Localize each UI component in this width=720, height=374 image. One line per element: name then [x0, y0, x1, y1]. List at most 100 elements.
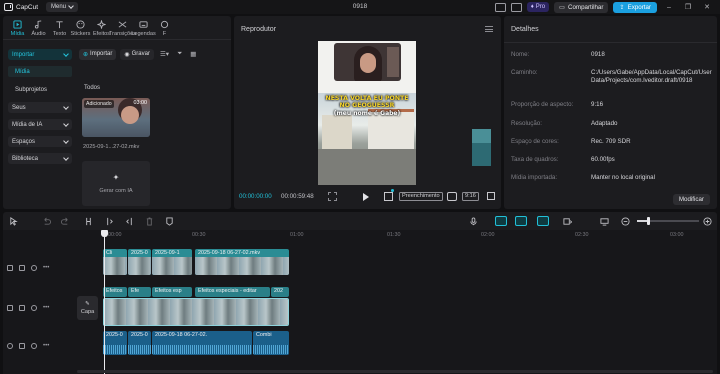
timeline-clip[interactable]: 2025-09-1 — [152, 249, 192, 275]
tab-filters[interactable]: F — [154, 16, 175, 39]
zoom-slider[interactable] — [637, 217, 699, 225]
audio-clip[interactable]: Combi — [253, 331, 289, 355]
scan-icon[interactable] — [447, 192, 457, 201]
hamburger-menu-icon[interactable] — [485, 26, 493, 32]
audio-clip[interactable]: 2025-0 — [128, 331, 151, 355]
sort-icon[interactable]: ☰▾ — [158, 49, 171, 60]
speaker-icon[interactable] — [31, 343, 37, 349]
grid-guide-icon[interactable] — [328, 192, 337, 201]
sidebar-item-biblioteca[interactable]: Biblioteca — [8, 153, 72, 164]
fill-mode-button[interactable]: Preenchimento — [399, 192, 443, 201]
media-section-title: Todos — [84, 85, 101, 91]
sidebar-item-midia[interactable]: Mídia — [8, 66, 72, 77]
tab-label: Legendas — [131, 31, 156, 37]
playhead[interactable] — [101, 230, 108, 374]
split-icon[interactable] — [84, 217, 93, 226]
main-track-clip[interactable] — [103, 298, 289, 326]
eye-icon[interactable] — [31, 305, 37, 311]
layout-icon[interactable] — [494, 2, 506, 12]
minimize-icon[interactable]: – — [662, 4, 676, 11]
grid-view-icon[interactable]: ▦ — [188, 49, 198, 60]
main-track-magnet-icon[interactable] — [495, 216, 507, 226]
fullscreen-icon[interactable] — [487, 192, 495, 200]
filter-funnel-icon[interactable]: ⏷ — [175, 49, 184, 60]
audio-clip[interactable]: 2025-0 — [103, 331, 127, 355]
modify-button[interactable]: Modificar — [672, 194, 710, 205]
track-add-icon[interactable] — [7, 265, 13, 271]
audio-track-icon[interactable] — [7, 343, 13, 349]
timeline-scrollbar[interactable] — [77, 370, 713, 373]
sidebar-item-seus[interactable]: Seus — [8, 102, 72, 113]
play-icon[interactable] — [363, 193, 369, 201]
title-bar-actions: ♦ Pro ▭ Compartilhar ⇪ Exportar – ❐ ✕ — [494, 0, 720, 14]
effect-clip[interactable]: Efeitos esp — [152, 287, 192, 297]
detail-key: Proporção de aspecto: — [511, 101, 574, 108]
crop-icon[interactable] — [384, 192, 393, 201]
more-icon[interactable]: ••• — [43, 305, 49, 311]
detail-key: Nome: — [511, 51, 530, 58]
shortcut-icon[interactable] — [510, 2, 522, 12]
detail-value: 60.00fps — [591, 156, 615, 163]
clip-thumbnails — [195, 257, 289, 275]
lock-icon[interactable] — [19, 305, 25, 311]
record-button[interactable]: ◉ Gravar — [120, 48, 154, 60]
timeline-clip[interactable]: Cli — [103, 249, 127, 275]
sidebar-item-subprojetos[interactable]: Subprojetos — [8, 84, 72, 95]
auto-snap-icon[interactable] — [515, 216, 527, 226]
zoom-out-icon[interactable] — [621, 217, 630, 226]
tab-media[interactable]: Mídia — [7, 16, 28, 39]
tab-text[interactable]: Texto — [49, 16, 70, 39]
effect-clip[interactable]: Efeitos especiais - editar — [195, 287, 270, 297]
import-label: Importar — [90, 51, 113, 57]
generate-ai-button[interactable]: ✦ Gerar com IA — [82, 161, 150, 206]
audio-clip[interactable]: 2025-09-18 06-27-02. — [152, 331, 252, 355]
more-icon[interactable]: ••• — [43, 265, 49, 271]
screen-icon[interactable] — [600, 217, 609, 226]
sidebar-item-midia-ia[interactable]: Mídia de IA — [8, 119, 72, 130]
preview-axis-icon[interactable] — [563, 217, 573, 226]
effect-clip[interactable]: 202 — [271, 287, 289, 297]
delete-icon[interactable] — [145, 217, 154, 226]
select-cursor-icon[interactable] — [9, 217, 18, 226]
aspect-ratio-button[interactable]: 9:16 — [462, 192, 479, 201]
restore-icon[interactable]: ❐ — [681, 3, 695, 11]
zoom-slider-handle[interactable] — [646, 217, 650, 225]
undo-icon[interactable] — [42, 217, 51, 226]
effect-clip[interactable]: Efe — [128, 287, 151, 297]
timeline-ruler[interactable]: 00:00 00:30 01:00 01:30 02:00 02:30 03:0… — [100, 230, 717, 240]
share-button[interactable]: ▭ Compartilhar — [554, 1, 609, 13]
lock-icon[interactable] — [19, 343, 25, 349]
cover-button[interactable]: ✎ Capa — [77, 296, 98, 320]
marker-icon[interactable] — [165, 217, 174, 226]
close-icon[interactable]: ✕ — [700, 3, 714, 11]
microphone-icon[interactable] — [469, 217, 478, 226]
effect-clip[interactable]: Efeitos — [103, 287, 127, 297]
more-icon[interactable]: ••• — [43, 343, 49, 349]
pro-badge[interactable]: ♦ Pro — [526, 2, 550, 12]
tab-stickers[interactable]: Stickers — [70, 16, 91, 39]
timeline-clip[interactable]: 2025-09-18 06-27-02.mkv — [195, 249, 289, 275]
timeline-clip[interactable]: 2025-0 — [128, 249, 151, 275]
menu-button[interactable]: Menu — [46, 2, 79, 12]
audio-icon — [34, 20, 42, 29]
media-clip-thumbnail[interactable]: Adicionado 03:00 — [82, 98, 150, 137]
redo-icon[interactable] — [61, 217, 70, 226]
split-right-icon[interactable] — [125, 217, 134, 226]
timeline[interactable]: 00:00 00:30 01:00 01:30 02:00 02:30 03:0… — [3, 230, 717, 374]
sidebar-item-espacos[interactable]: Espaços — [8, 136, 72, 147]
export-button[interactable]: ⇪ Exportar — [613, 1, 657, 13]
audio-waveform — [253, 345, 289, 354]
tab-captions[interactable]: Legendas — [131, 16, 156, 39]
lock-icon[interactable] — [19, 265, 25, 271]
tab-transitions[interactable]: Transições — [109, 16, 136, 39]
split-left-icon[interactable] — [105, 217, 114, 226]
eye-icon[interactable] — [31, 265, 37, 271]
zoom-in-icon[interactable] — [703, 217, 712, 226]
audio-waveform — [128, 345, 151, 354]
sidebar-item-importar[interactable]: Importar — [8, 49, 72, 60]
tab-audio[interactable]: Áudio — [28, 16, 49, 39]
track-add-icon[interactable] — [7, 305, 13, 311]
video-preview[interactable]: NESTA VOLTA EU PONTE NO GEOGUESSR (meu n… — [318, 41, 416, 185]
import-button[interactable]: ⊕ Importar — [79, 48, 117, 60]
linkage-icon[interactable] — [537, 216, 549, 226]
